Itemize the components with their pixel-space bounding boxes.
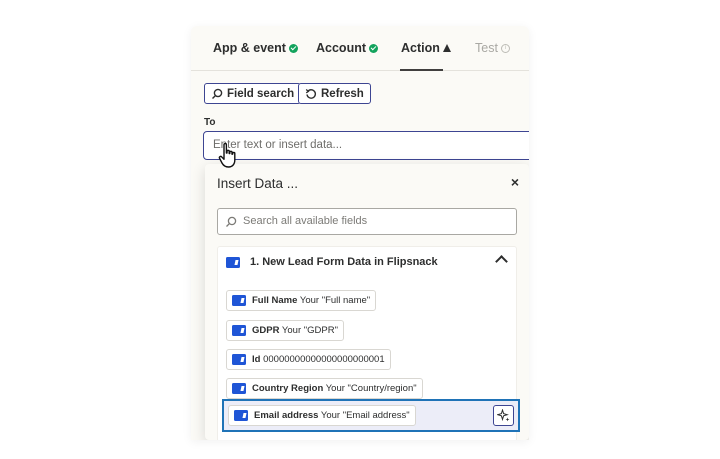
tab-account[interactable]: Account xyxy=(316,41,378,55)
ai-sparkle-button[interactable] xyxy=(493,405,514,426)
active-tab-indicator xyxy=(400,69,443,71)
warning-icon xyxy=(442,44,451,52)
flipsnack-app-icon xyxy=(226,256,240,268)
field-key: Full Name xyxy=(252,295,298,306)
data-group-title: 1. New Lead Form Data in Flipsnack xyxy=(250,256,438,268)
tab-label: Action xyxy=(401,41,440,55)
to-field-label: To xyxy=(204,117,216,128)
search-icon xyxy=(212,88,223,99)
check-circle-icon xyxy=(288,43,298,53)
sparkle-icon xyxy=(497,409,510,422)
field-key: GDPR xyxy=(252,325,280,336)
search-icon xyxy=(226,216,237,227)
field-search-button[interactable]: Field search xyxy=(204,83,302,104)
chevron-up-icon[interactable] xyxy=(495,255,508,268)
flipsnack-app-icon xyxy=(232,383,246,394)
field-key: Country Region xyxy=(252,383,324,394)
highlighted-field-row[interactable]: Email address Your "Email address" xyxy=(222,399,520,432)
field-value: 00000000000000000000001 xyxy=(263,354,385,365)
field-value: Your "GDPR" xyxy=(281,325,338,336)
tab-app-event[interactable]: App & event xyxy=(213,41,298,55)
search-placeholder: Search all available fields xyxy=(243,215,368,227)
field-key: Email address xyxy=(254,410,319,421)
tab-label: Account xyxy=(316,41,366,55)
insert-data-dropdown: Insert Data ... × Search all available f… xyxy=(205,164,529,440)
close-icon[interactable]: × xyxy=(511,174,519,190)
flipsnack-app-icon xyxy=(232,354,246,365)
to-field-input[interactable]: Enter text or insert data... xyxy=(203,131,529,160)
check-circle-icon xyxy=(369,43,378,53)
field-value: Your "Email address" xyxy=(320,410,410,421)
data-group-header[interactable]: 1. New Lead Form Data in Flipsnack xyxy=(226,256,438,268)
zap-step-panel: App & event Account Action Test i Field … xyxy=(191,26,529,440)
tab-label: Test xyxy=(475,41,498,55)
field-value: Your "Full name" xyxy=(299,295,371,306)
tab-test[interactable]: Test i xyxy=(475,41,510,55)
tab-action[interactable]: Action xyxy=(401,41,451,55)
data-field-item[interactable]: Full Name Your "Full name" xyxy=(226,290,377,311)
data-field-item[interactable]: Id 00000000000000000000001 xyxy=(226,349,391,370)
flipsnack-app-icon xyxy=(232,325,246,336)
step-tabs: App & event Account Action Test i xyxy=(191,26,529,71)
data-group-list: 1. New Lead Form Data in Flipsnack Full … xyxy=(217,246,520,440)
hand-pointer-cursor-icon xyxy=(218,142,236,168)
refresh-button[interactable]: Refresh xyxy=(298,83,371,104)
data-field-item[interactable]: Country Region Your "Country/region" xyxy=(226,378,423,399)
search-fields-input[interactable]: Search all available fields xyxy=(217,208,517,235)
flipsnack-app-icon xyxy=(232,295,246,306)
insert-data-title: Insert Data ... xyxy=(217,176,299,191)
data-field-item[interactable]: GDPR Your "GDPR" xyxy=(226,320,344,341)
field-value: Your "Country/region" xyxy=(325,383,417,394)
data-field-item[interactable]: Email address Your "Email address" xyxy=(228,405,416,426)
refresh-label: Refresh xyxy=(321,87,364,100)
info-icon: i xyxy=(500,43,510,53)
field-key: Id xyxy=(252,354,261,365)
refresh-icon xyxy=(305,88,317,99)
flipsnack-app-icon xyxy=(234,410,248,421)
tab-label: App & event xyxy=(213,41,286,55)
field-search-label: Field search xyxy=(227,87,295,100)
